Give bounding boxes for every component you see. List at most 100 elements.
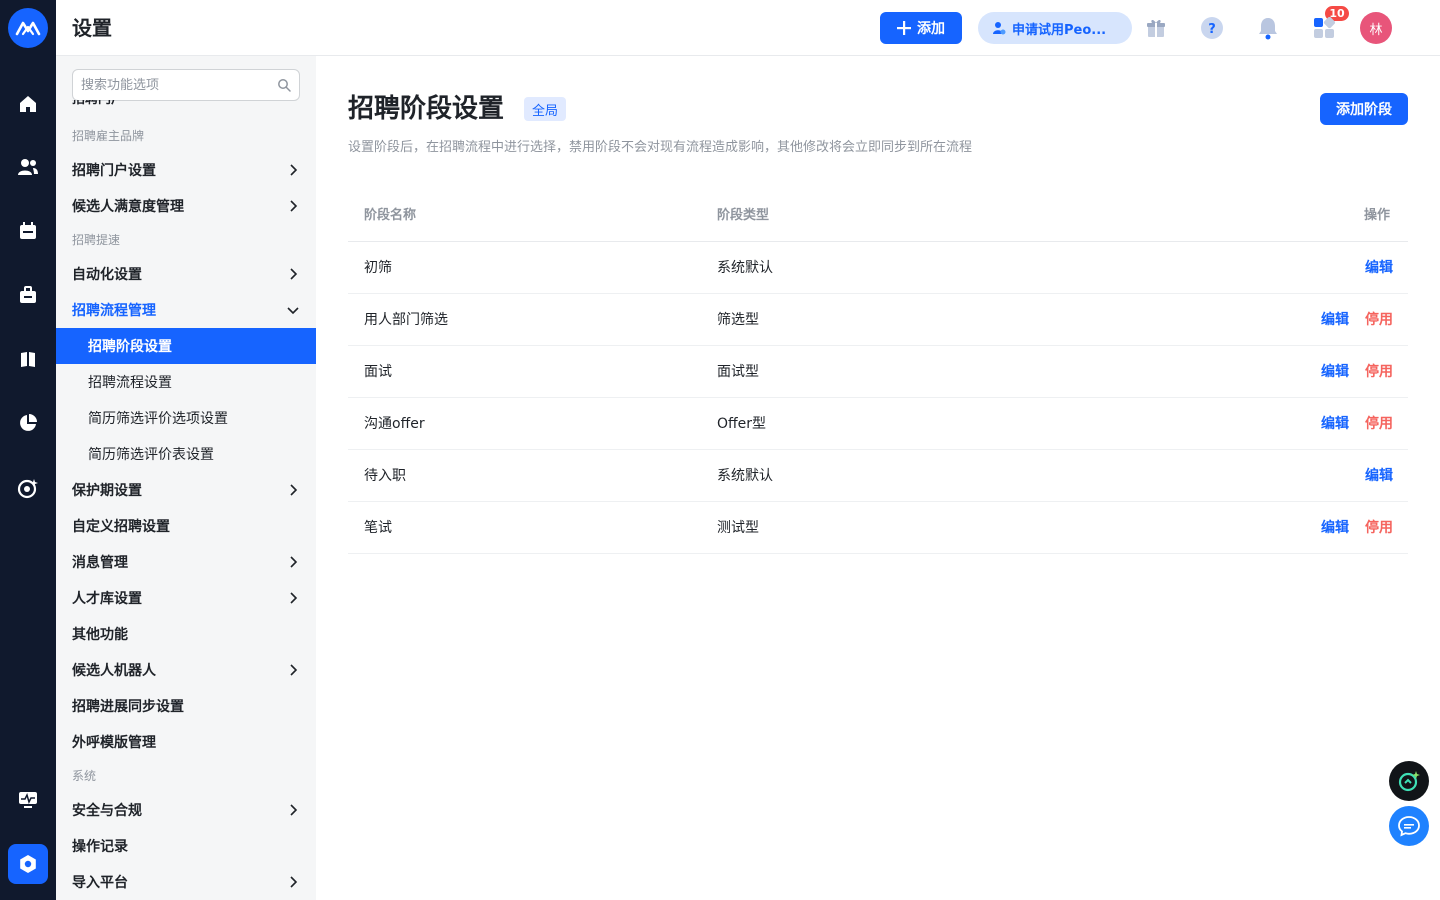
top-header: 设置 添加 申请试用Peo... ? 10 林 — [56, 0, 1440, 56]
sidebar-subitem-process-settings[interactable]: 招聘流程设置 — [56, 364, 316, 400]
edit-button[interactable]: 编辑 — [1365, 466, 1393, 486]
stage-name: 初筛 — [364, 260, 392, 276]
sidebar-item-automation[interactable]: 自动化设置 — [56, 256, 316, 292]
settings-sidebar: 招聘门户 招聘雇主品牌 招聘门户设置 候选人满意度管理 招聘提速 自动化设置 招… — [56, 56, 316, 900]
monitor-icon[interactable] — [14, 786, 42, 814]
sidebar-search-input[interactable] — [73, 70, 263, 100]
sidebar-item-protection[interactable]: 保护期设置 — [56, 472, 316, 508]
sidebar-item-progress-sync[interactable]: 招聘进展同步设置 — [56, 688, 316, 724]
sidebar-item-security[interactable]: 安全与合规 — [56, 792, 316, 828]
table-row: 沟通offer Offer型 编辑 停用 — [348, 398, 1408, 450]
chevron-right-icon — [290, 484, 298, 496]
page-header-title: 设置 — [72, 16, 112, 40]
chevron-right-icon — [290, 268, 298, 280]
main-content: 招聘阶段设置 全局 添加阶段 设置阶段后，在招聘流程中进行选择，禁用阶段不会对现… — [316, 56, 1440, 900]
table-row: 待入职 系统默认 编辑 — [348, 450, 1408, 502]
gift-icon[interactable] — [1142, 14, 1170, 42]
chevron-right-icon — [290, 164, 298, 176]
table-header: 阶段名称 阶段类型 操作 — [348, 190, 1408, 242]
disable-button[interactable]: 停用 — [1365, 310, 1393, 330]
sidebar-item-satisfaction[interactable]: 候选人满意度管理 — [56, 188, 316, 224]
sidebar-item-talent-pool[interactable]: 人才库设置 — [56, 580, 316, 616]
chevron-right-icon — [290, 592, 298, 604]
notification-bell-icon[interactable] — [1254, 14, 1282, 42]
stage-name: 笔试 — [364, 520, 392, 536]
table-row: 面试 面试型 编辑 停用 — [348, 346, 1408, 398]
sidebar-item-label: 保护期设置 — [72, 483, 142, 499]
sidebar-item-process-mgmt[interactable]: 招聘流程管理 — [56, 292, 316, 328]
stage-type: 系统默认 — [717, 468, 773, 484]
sidebar-item-label: 招聘流程管理 — [72, 303, 156, 319]
sidebar-item-call-template[interactable]: 外呼模版管理 — [56, 724, 316, 760]
sidebar-item-label: 外呼模版管理 — [72, 735, 156, 751]
table-row: 笔试 测试型 编辑 停用 — [348, 502, 1408, 554]
table-row: 初筛 系统默认 编辑 — [348, 242, 1408, 294]
sidebar-group-speedup: 招聘提速 — [72, 233, 121, 247]
add-stage-button[interactable]: 添加阶段 — [1320, 93, 1408, 125]
edit-button[interactable]: 编辑 — [1321, 518, 1349, 538]
table-row: 用人部门筛选 筛选型 编辑 停用 — [348, 294, 1408, 346]
sidebar-item-import[interactable]: 导入平台 — [56, 864, 316, 900]
chevron-right-icon — [290, 876, 298, 888]
sidebar-search-box — [72, 69, 300, 101]
edit-button[interactable]: 编辑 — [1321, 310, 1349, 330]
ai-assistant-icon[interactable] — [1389, 761, 1429, 801]
edit-button[interactable]: 编辑 — [1321, 414, 1349, 434]
sidebar-item-robot[interactable]: 候选人机器人 — [56, 652, 316, 688]
stage-name: 沟通offer — [364, 416, 425, 432]
sidebar-item-label: 消息管理 — [72, 555, 128, 571]
sidebar-item-portal[interactable]: 招聘门户设置 — [56, 152, 316, 188]
home-icon[interactable] — [14, 90, 42, 118]
chevron-down-icon — [287, 307, 299, 315]
chevron-right-icon — [290, 556, 298, 568]
sidebar-item-message[interactable]: 消息管理 — [56, 544, 316, 580]
pie-chart-icon[interactable] — [14, 409, 42, 437]
sidebar-item-other[interactable]: 其他功能 — [56, 616, 316, 652]
edit-button[interactable]: 编辑 — [1321, 362, 1349, 382]
chevron-right-icon — [290, 664, 298, 676]
disable-button[interactable]: 停用 — [1365, 362, 1393, 382]
disable-button[interactable]: 停用 — [1365, 414, 1393, 434]
add-button-label: 添加 — [917, 21, 945, 37]
help-icon[interactable]: ? — [1198, 14, 1226, 42]
report-icon[interactable] — [14, 345, 42, 373]
column-header-name: 阶段名称 — [364, 208, 417, 223]
add-button[interactable]: 添加 — [880, 12, 962, 44]
sidebar-subitem-stage-settings[interactable]: 招聘阶段设置 — [56, 328, 316, 364]
disable-button[interactable]: 停用 — [1365, 518, 1393, 538]
sidebar-item-label: 其他功能 — [72, 627, 128, 643]
ai-target-icon[interactable] — [14, 474, 42, 502]
trial-request-button[interactable]: 申请试用Peo... — [978, 12, 1132, 44]
sidebar-subitem-resume-forms[interactable]: 简历筛选评价表设置 — [56, 436, 316, 472]
chevron-right-icon — [290, 200, 298, 212]
calendar-icon[interactable] — [14, 217, 42, 245]
sidebar-item-label: 候选人机器人 — [72, 663, 156, 679]
apps-grid-icon[interactable] — [1310, 14, 1338, 42]
chat-support-icon[interactable] — [1389, 806, 1429, 846]
edit-button[interactable]: 编辑 — [1365, 258, 1393, 278]
settings-icon[interactable] — [8, 844, 48, 884]
stage-type: 系统默认 — [717, 260, 773, 276]
sidebar-item-label: 候选人满意度管理 — [72, 199, 184, 215]
sidebar-item-label: 操作记录 — [72, 839, 128, 855]
sidebar-item-label: 招聘门户设置 — [72, 163, 156, 179]
sidebar-group-system: 系统 — [72, 769, 97, 783]
user-avatar[interactable]: 林 — [1360, 12, 1392, 44]
sidebar-item-custom[interactable]: 自定义招聘设置 — [56, 508, 316, 544]
people-icon[interactable] — [14, 153, 42, 181]
sidebar-item-label: 招聘进展同步设置 — [72, 699, 184, 715]
app-logo-icon[interactable] — [8, 8, 48, 48]
trial-request-label: 申请试用Peo... — [1012, 22, 1107, 38]
stage-type: 测试型 — [717, 520, 759, 536]
column-header-actions: 操作 — [1364, 208, 1391, 223]
scope-tag: 全局 — [524, 97, 567, 121]
sidebar-item-log[interactable]: 操作记录 — [56, 828, 316, 864]
svg-text:?: ? — [1208, 22, 1216, 37]
sidebar-item-label: 导入平台 — [72, 875, 128, 891]
person-add-icon — [993, 22, 1006, 35]
search-icon[interactable] — [277, 78, 291, 92]
sidebar-group-employer-brand: 招聘雇主品牌 — [72, 129, 145, 143]
sidebar-subitem-resume-options[interactable]: 简历筛选评价选项设置 — [56, 400, 316, 436]
briefcase-icon[interactable] — [14, 281, 42, 309]
chevron-right-icon — [290, 804, 298, 816]
